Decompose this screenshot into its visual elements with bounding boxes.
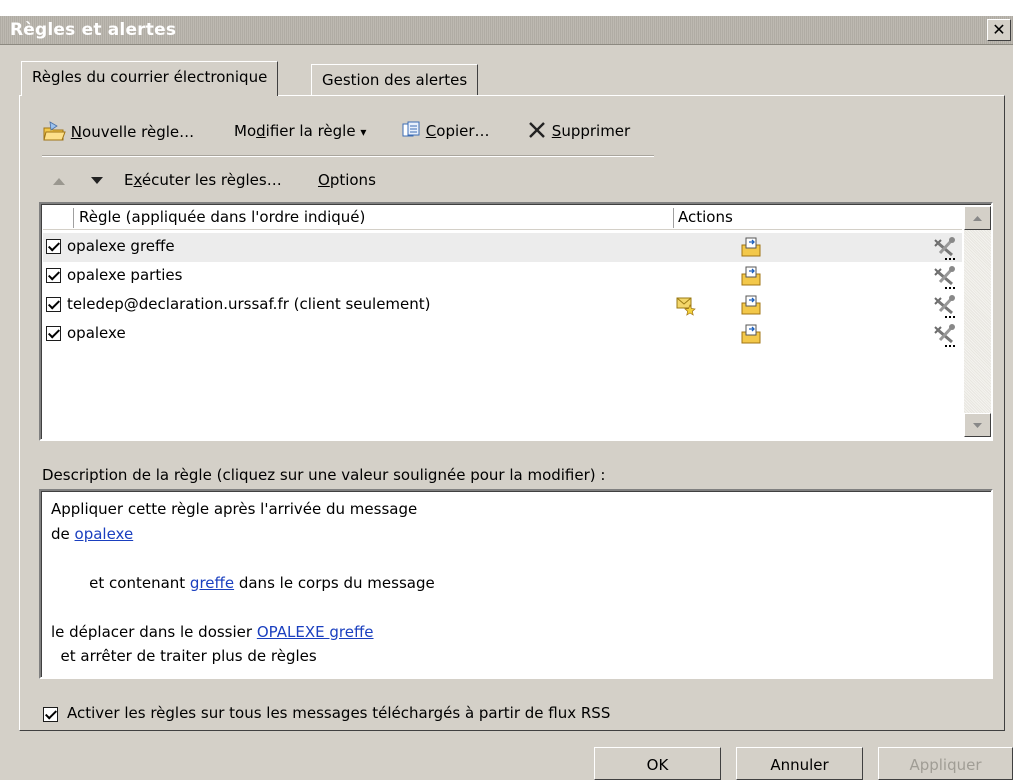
options-button[interactable]: Options [318,171,376,189]
client-only-icon [676,297,696,316]
rule-options-icon [934,295,955,318]
rule-options-icon [934,324,955,347]
move-to-folder-icon [741,324,761,344]
new-rule-text-b: ouvelle règle… [82,123,195,141]
rule-checkbox[interactable] [46,239,61,254]
rule-name: opalexe [67,324,126,342]
new-rule-accel: N [70,123,83,141]
rule-options-icon [934,237,955,260]
tab-label: Règles du courrier électronique [32,68,268,86]
scroll-down-icon [973,423,982,428]
rules-scrollbar[interactable] [964,206,991,437]
description-text: de [51,524,75,543]
copy-icon [402,121,420,137]
copy-accel: C [425,122,437,140]
rule-row[interactable]: opalexe [43,320,962,349]
description-text: et contenant [79,573,190,592]
arrow-up-icon [53,178,65,185]
window-title: Règles et alertes [10,20,177,40]
rule-name: opalexe parties [67,266,183,284]
column-divider [73,208,74,228]
rules-list[interactable]: Règle (appliquée dans l'ordre indiqué) A… [39,202,993,441]
rss-rules-checkbox[interactable] [43,707,58,722]
folder-link[interactable]: OPALEXE greffe [257,623,374,641]
move-up-button[interactable] [52,172,66,190]
move-to-folder-icon [741,295,761,315]
description-label: Description de la règle (cliquez sur une… [42,466,606,484]
rule-options-icon [934,266,955,289]
description-line: et arrêter de traiter plus de règles [51,647,317,665]
rule-checkbox[interactable] [46,297,61,312]
description-line: et contenant greffe dans le corps du mes… [51,546,991,620]
rule-name: opalexe greffe [67,237,175,255]
run-rules-button[interactable]: Exécuter les règles… [124,171,282,189]
rss-rules-label[interactable]: Activer les règles sur tous les messages… [67,704,610,722]
sender-link[interactable]: opalexe [75,525,134,543]
title-bar[interactable]: Règles et alertes ✕ [0,16,1013,45]
keyword-link[interactable]: greffe [190,574,234,592]
arrow-down-icon [91,177,103,184]
rule-row[interactable]: teledep@declaration.urssaf.fr (client se… [43,291,962,320]
modify-text-a: Mo [234,122,257,140]
description-text: le déplacer dans le dossier [51,622,257,641]
apply-button[interactable]: Appliquer [878,747,1013,780]
move-to-folder-icon [741,266,761,286]
rule-checkbox[interactable] [46,268,61,283]
toolbar-separator [42,155,654,157]
delete-text-b: upprimer [561,122,631,140]
close-icon: ✕ [992,20,1006,39]
ok-button[interactable]: OK [594,747,721,780]
scroll-down-button[interactable] [964,413,991,437]
column-header-rule[interactable]: Règle (appliquée dans l'ordre indiqué) [79,208,365,226]
rule-description-box: Appliquer cette règle après l'arrivée du… [39,489,993,679]
scroll-up-button[interactable] [964,206,991,230]
rule-checkbox[interactable] [46,326,61,341]
rule-row[interactable]: opalexe greffe [43,233,962,262]
chevron-down-icon: ▾ [360,125,367,139]
tab-email-rules[interactable]: Règles du courrier électronique [21,61,279,96]
run-accel: x [133,171,142,189]
column-divider [673,208,674,228]
options-text: ptions [329,171,376,189]
modify-accel: d [256,122,266,140]
delete-icon [529,122,545,138]
delete-button[interactable]: Supprimer [527,120,630,140]
delete-accel: S [551,122,562,140]
options-accel: O [318,171,330,189]
run-text-b: écuter les règles… [141,171,282,189]
top-strip [0,0,1013,16]
modify-rule-button[interactable]: Modifier la règle ▾ [234,122,366,140]
rule-row[interactable]: opalexe parties [43,262,962,291]
tab-manage-alerts[interactable]: Gestion des alertes [311,64,479,97]
list-header: Règle (appliquée dans l'ordre indiqué) A… [43,206,962,230]
column-header-actions[interactable]: Actions [678,208,733,226]
rule-name: teledep@declaration.urssaf.fr (client se… [67,295,431,313]
description-line: Appliquer cette règle après l'arrivée du… [51,500,418,518]
move-down-button[interactable] [90,172,104,190]
rules-alerts-dialog: Règles et alertes ✕ Règles du courrier é… [0,0,1013,780]
close-button[interactable]: ✕ [987,19,1011,41]
copy-text-b: opier… [436,122,490,140]
copy-button[interactable]: Copier… [401,120,490,140]
move-to-folder-icon [741,237,761,257]
cancel-button[interactable]: Annuler [736,747,863,780]
description-line: de opalexe [51,522,991,547]
new-rule-icon [43,121,66,141]
new-rule-button[interactable]: Nouvelle règle… [42,120,194,142]
modify-text-b: ifier la règle [265,122,356,140]
description-line: le déplacer dans le dossier OPALEXE gref… [51,620,991,645]
scroll-up-icon [973,216,982,221]
description-text: dans le corps du message [234,573,435,592]
tab-label: Gestion des alertes [322,71,468,89]
